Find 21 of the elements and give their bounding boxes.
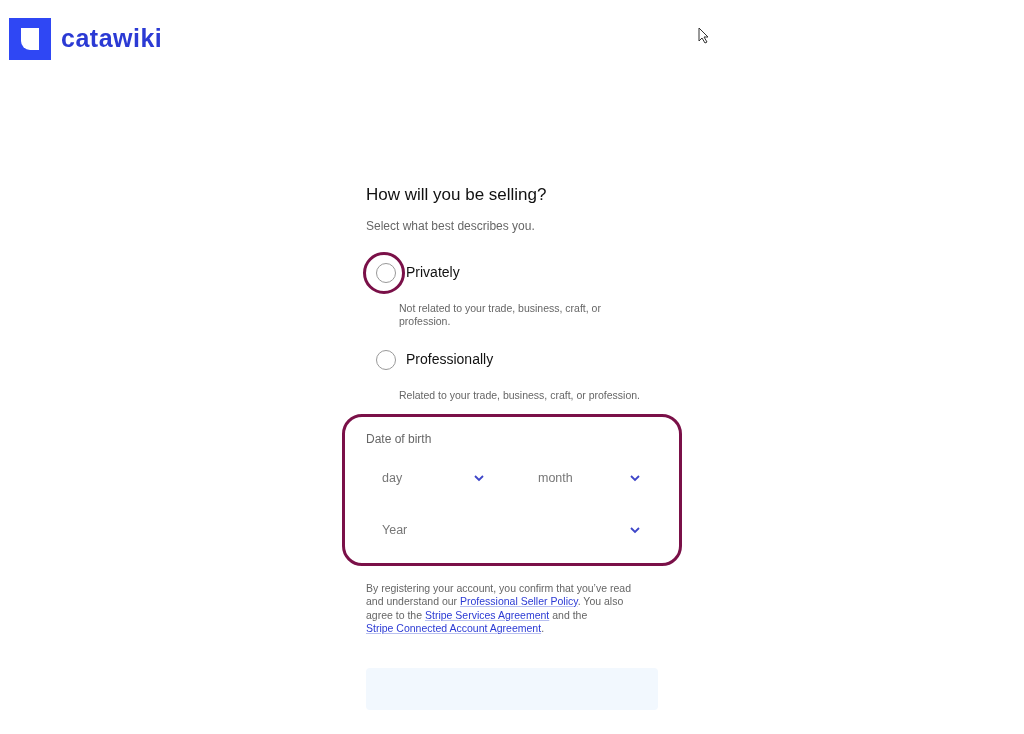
link[interactable]: Professional Seller Policy (460, 595, 578, 607)
logo-icon (9, 18, 51, 60)
select-field[interactable]: day (366, 457, 502, 500)
chevron-down-icon (630, 527, 640, 534)
select-field[interactable]: month (522, 457, 658, 500)
legal-notice: By registering your account, you confirm that you’ve read and understand our Professional Seller Policy. You also agree to the Stripe Services Agreement and the Stripe Connected Account Agreement. (366, 581, 632, 636)
chevron-down-icon (630, 475, 640, 482)
option-label: Privately (406, 263, 460, 282)
option-description: Not related to your trade, business, craft, or profession. (398, 301, 602, 328)
field-label: Date of birth (366, 430, 433, 448)
option-description: Related to your trade, business, craft, or profession. (398, 388, 642, 402)
chevron-down-icon (474, 475, 484, 482)
page-heading: How will you be selling? (366, 184, 548, 206)
page-subheading: Select what best describes you. (366, 217, 536, 235)
cursor-icon (698, 27, 710, 44)
option-label: Professionally (406, 350, 494, 369)
radio-button[interactable] (376, 349, 396, 370)
select-field[interactable]: Year (366, 509, 658, 552)
link[interactable]: Stripe Services Agreement (424, 608, 550, 621)
logo-text: catawiki (61, 23, 163, 55)
radio-button[interactable] (376, 262, 396, 283)
